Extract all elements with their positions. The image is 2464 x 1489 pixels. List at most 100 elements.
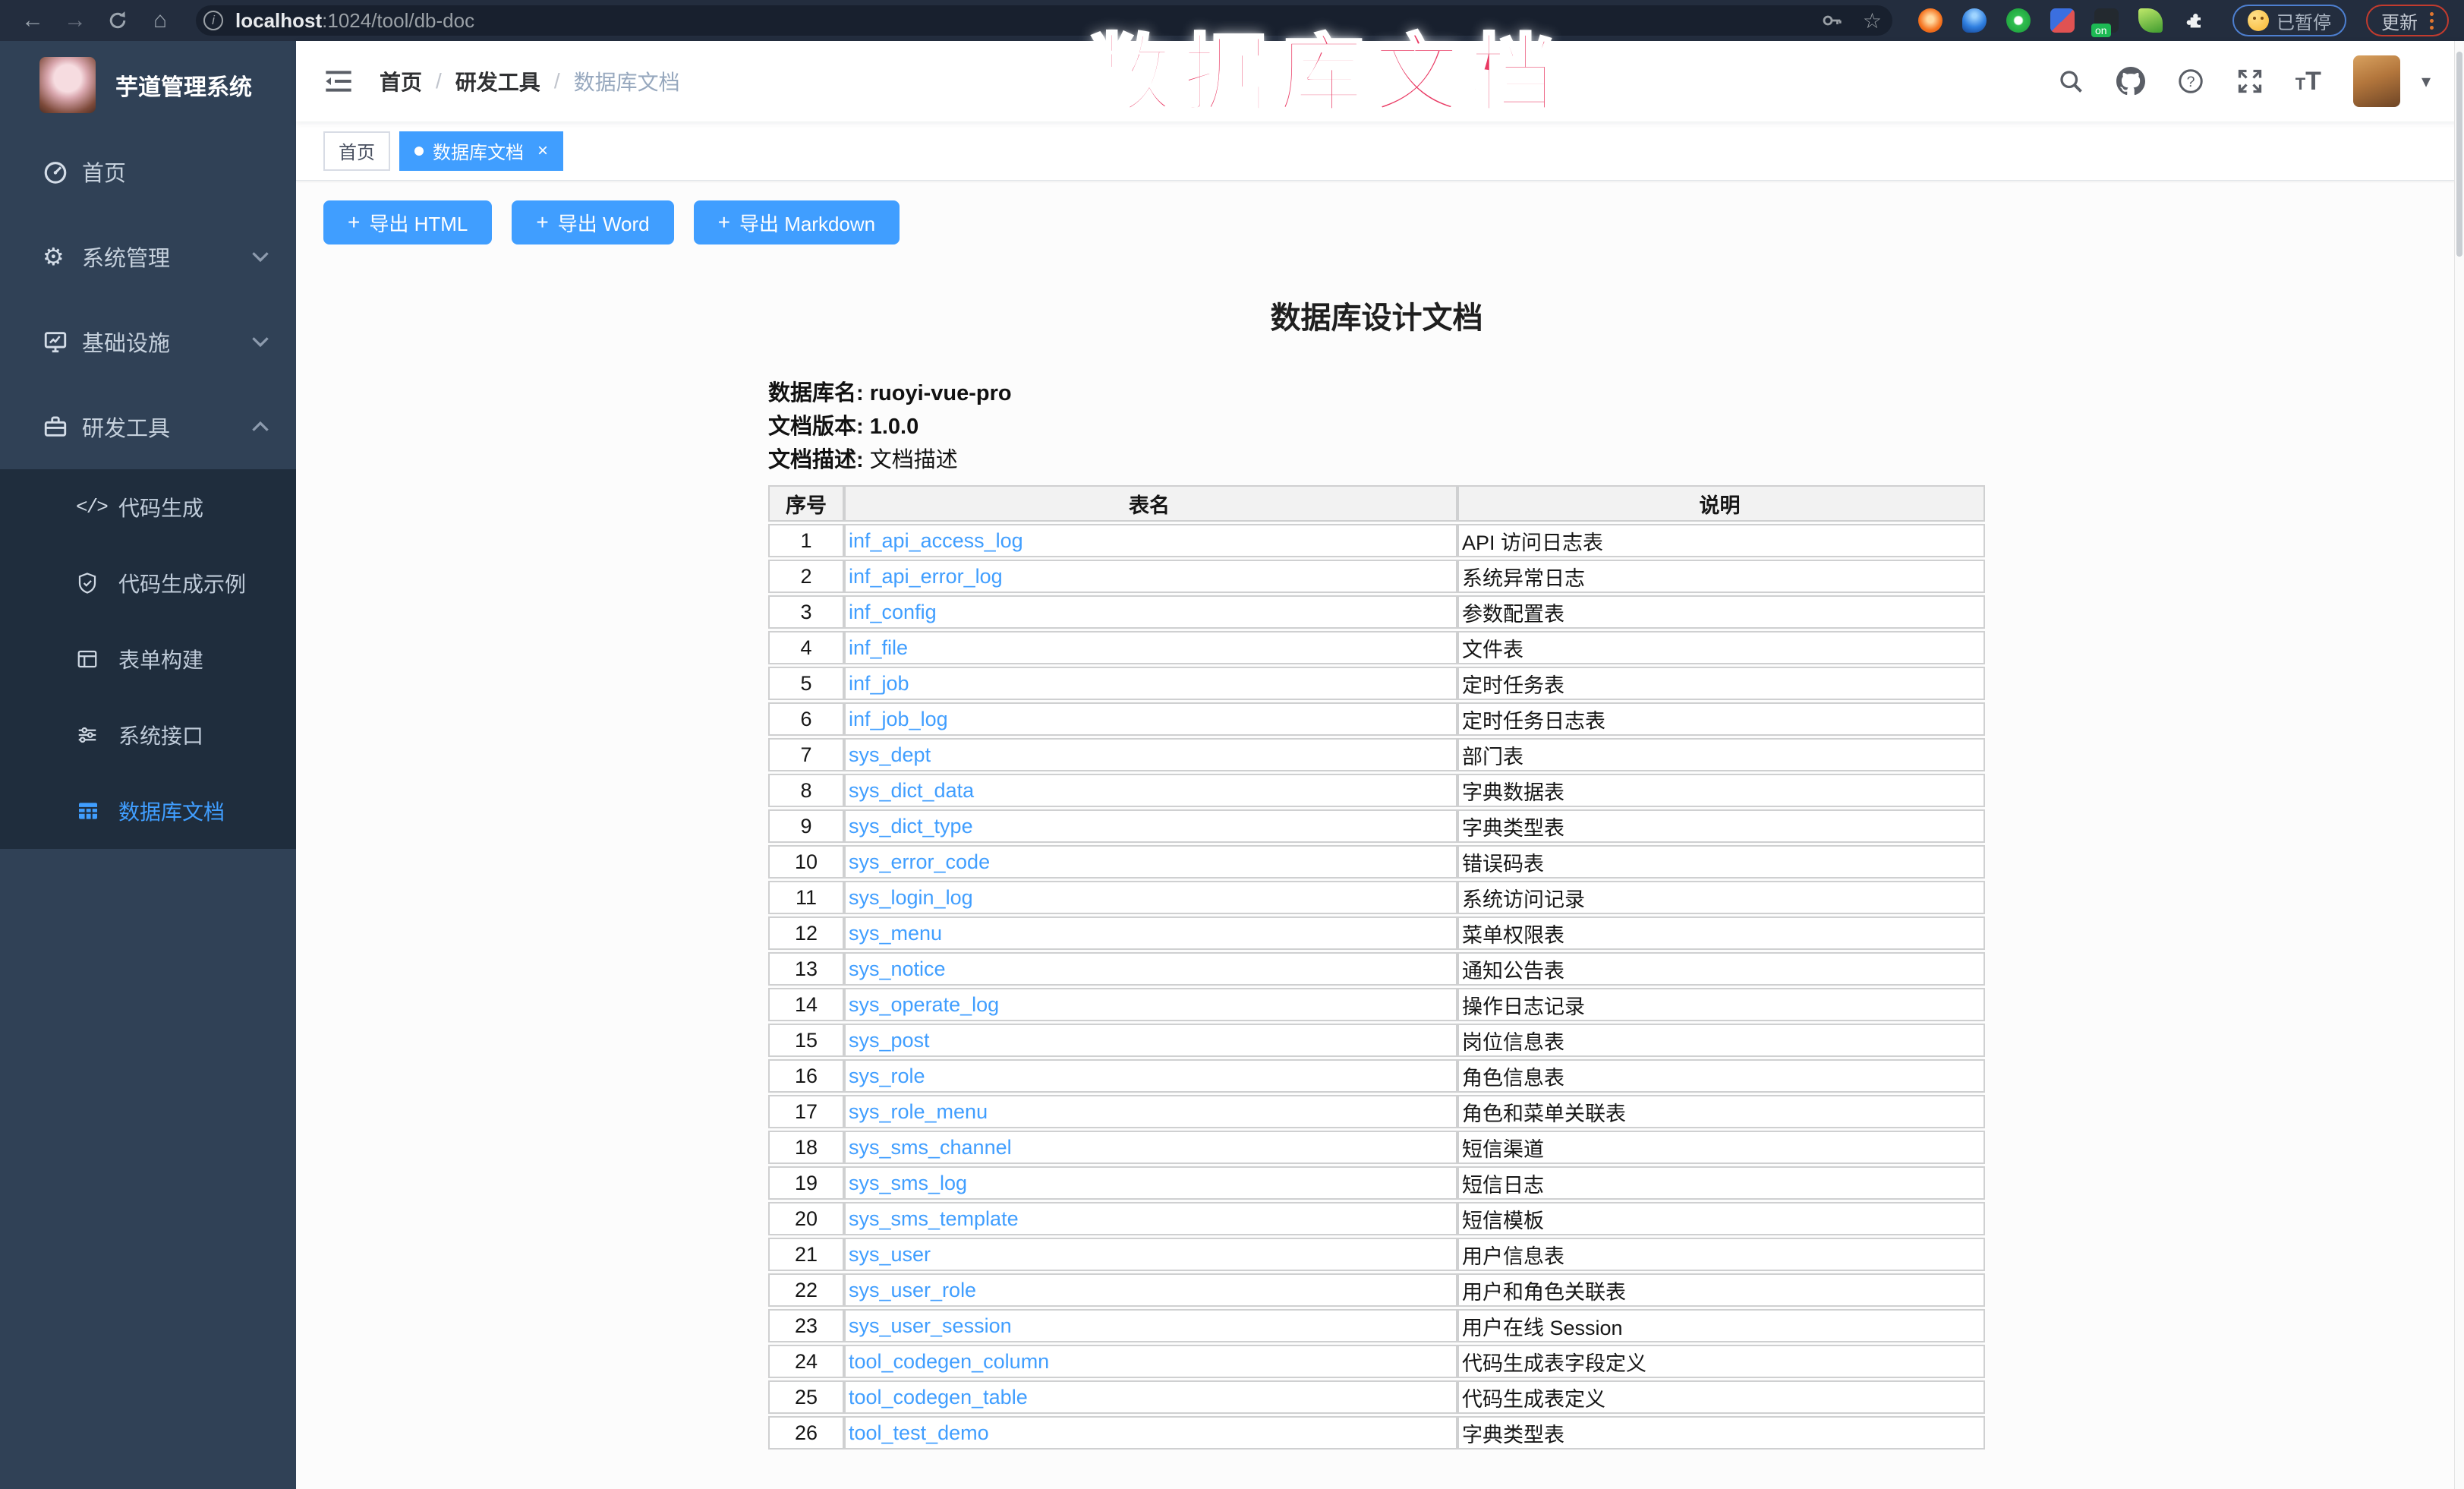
tags-view: 首页 数据库文档 × [296, 121, 2464, 181]
help-icon[interactable]: ? [2177, 68, 2204, 95]
table-name-link[interactable]: sys_dict_type [849, 815, 973, 838]
font-size-icon[interactable]: TT [2295, 67, 2321, 96]
github-icon[interactable] [2116, 67, 2145, 96]
table-name-link[interactable]: sys_sms_log [849, 1172, 967, 1194]
user-avatar[interactable] [2353, 55, 2400, 107]
table-name-link[interactable]: sys_login_log [849, 886, 973, 909]
ext-icon-green-leaf[interactable] [2138, 8, 2163, 33]
ext-icon-green-check[interactable] [2006, 8, 2031, 33]
table-name-link[interactable]: sys_operate_log [849, 993, 999, 1016]
table-name-link[interactable]: inf_job [849, 672, 909, 695]
app-logo-row[interactable]: 芋道管理系统 [0, 41, 296, 129]
sidebar-item-api[interactable]: 系统接口 [0, 697, 296, 773]
ext-icon-orange[interactable] [1918, 8, 1943, 33]
browser-reload-icon[interactable] [100, 5, 135, 36]
table-desc-cell: 用户在线 Session [1457, 1309, 1985, 1342]
search-icon[interactable] [2057, 68, 2084, 95]
tag-db-doc[interactable]: 数据库文档 × [399, 131, 563, 171]
table-name-cell: sys_login_log [844, 881, 1457, 914]
table-name-link[interactable]: sys_dict_data [849, 779, 974, 802]
sidebar-item-form-builder[interactable]: 表单构建 [0, 621, 296, 697]
button-label: 导出 Markdown [739, 209, 875, 237]
table-name-link[interactable]: inf_file [849, 636, 908, 659]
paused-label: 已暂停 [2277, 8, 2331, 34]
row-number: 13 [768, 952, 844, 986]
update-chip[interactable]: 更新 [2366, 5, 2449, 36]
table-name-cell: sys_menu [844, 916, 1457, 950]
table-name-link[interactable]: tool_codegen_table [849, 1386, 1028, 1409]
password-key-icon[interactable] [1820, 9, 1843, 32]
table-name-link[interactable]: sys_user_role [849, 1279, 976, 1301]
table-desc-cell: 部门表 [1457, 738, 1985, 771]
sidebar-item-codegen[interactable]: </> 代码生成 [0, 469, 296, 545]
database-doc: 数据库设计文档 数据库名: ruoyi-vue-pro 文档版本: 1.0.0 … [768, 293, 1985, 1452]
scrollbar-thumb[interactable] [2456, 52, 2462, 257]
sidebar-fold-icon[interactable] [323, 68, 354, 94]
table-name-link[interactable]: tool_codegen_column [849, 1350, 1049, 1373]
puzzle-extensions-icon[interactable] [2182, 8, 2207, 33]
table-row: 19sys_sms_log短信日志 [768, 1166, 1985, 1200]
breadcrumb-devtools[interactable]: 研发工具 [455, 66, 540, 96]
url-path: :1024/tool/db-doc [322, 9, 474, 32]
profile-paused-pill[interactable]: 已暂停 [2232, 5, 2346, 36]
table-name-cell: tool_test_demo [844, 1416, 1457, 1450]
table-name-link[interactable]: sys_post [849, 1029, 930, 1052]
table-name-link[interactable]: sys_role [849, 1065, 925, 1087]
sidebar-item-devtools[interactable]: 研发工具 [0, 384, 296, 469]
ext-icon-dark-on[interactable]: on [2094, 8, 2119, 33]
ext-icon-colorful-grid[interactable] [2050, 8, 2075, 33]
table-name-link[interactable]: sys_menu [849, 922, 942, 945]
table-name-link[interactable]: inf_api_error_log [849, 565, 1003, 588]
browser-menu-icon[interactable] [2430, 12, 2434, 30]
export-html-button[interactable]: + 导出 HTML [323, 200, 492, 244]
table-name-link[interactable]: inf_config [849, 601, 937, 623]
table-row: 9sys_dict_type字典类型表 [768, 809, 1985, 843]
table-name-cell: sys_notice [844, 952, 1457, 986]
page-scrollbar[interactable] [2454, 41, 2464, 1489]
tag-home[interactable]: 首页 [323, 131, 390, 171]
close-icon[interactable]: × [537, 140, 548, 162]
site-info-icon[interactable]: i [203, 11, 223, 30]
export-markdown-button[interactable]: + 导出 Markdown [694, 200, 900, 244]
meta-label: 文档描述: [768, 448, 864, 472]
sidebar-item-db-doc[interactable]: 数据库文档 [0, 773, 296, 849]
sidebar-item-label: 代码生成示例 [118, 568, 246, 598]
browser-home-icon[interactable]: ⌂ [143, 5, 178, 36]
table-name-link[interactable]: sys_notice [849, 957, 946, 980]
table-row: 10sys_error_code错误码表 [768, 845, 1985, 879]
browser-forward-icon[interactable]: → [58, 5, 93, 36]
table-name-link[interactable]: sys_error_code [849, 850, 990, 873]
table-name-link[interactable]: sys_user [849, 1243, 931, 1266]
table-desc-cell: 岗位信息表 [1457, 1024, 1985, 1057]
table-name-link[interactable]: sys_sms_channel [849, 1136, 1012, 1159]
sidebar-item-infra[interactable]: 基础设施 [0, 299, 296, 384]
sidebar-item-codegen-demo[interactable]: 代码生成示例 [0, 545, 296, 621]
browser-back-icon[interactable]: ← [15, 5, 50, 36]
sidebar-item-label: 代码生成 [118, 492, 203, 522]
bookmark-star-icon[interactable]: ☆ [1863, 8, 1882, 33]
table-desc-cell: 短信渠道 [1457, 1131, 1985, 1164]
table-name-link[interactable]: tool_test_demo [849, 1421, 989, 1444]
sidebar-item-home[interactable]: 首页 [0, 129, 296, 214]
table-name-cell: sys_role_menu [844, 1095, 1457, 1128]
fullscreen-icon[interactable] [2236, 68, 2264, 95]
table-name-link[interactable]: inf_api_access_log [849, 529, 1023, 552]
table-name-link[interactable]: sys_role_menu [849, 1100, 988, 1123]
address-bar[interactable]: i localhost:1024/tool/db-doc ☆ [196, 5, 1892, 36]
url-host: localhost [235, 9, 322, 32]
export-word-button[interactable]: + 导出 Word [512, 200, 673, 244]
ext-icon-blue-pin[interactable] [1962, 8, 1987, 33]
table-name-link[interactable]: inf_job_log [849, 708, 948, 730]
table-name-link[interactable]: sys_dept [849, 743, 931, 766]
row-number: 3 [768, 595, 844, 629]
breadcrumb-home[interactable]: 首页 [380, 66, 422, 96]
table-row: 17sys_role_menu角色和菜单关联表 [768, 1095, 1985, 1128]
table-name-link[interactable]: sys_sms_template [849, 1207, 1019, 1230]
table-desc-cell: 文件表 [1457, 631, 1985, 664]
caret-down-icon[interactable]: ▾ [2421, 71, 2431, 93]
sidebar-item-system[interactable]: ⚙ 系统管理 [0, 214, 296, 299]
table-name-link[interactable]: sys_user_session [849, 1314, 1012, 1337]
chevron-down-icon [250, 251, 270, 263]
table-row: 25tool_codegen_table代码生成表定义 [768, 1380, 1985, 1414]
row-number: 15 [768, 1024, 844, 1057]
